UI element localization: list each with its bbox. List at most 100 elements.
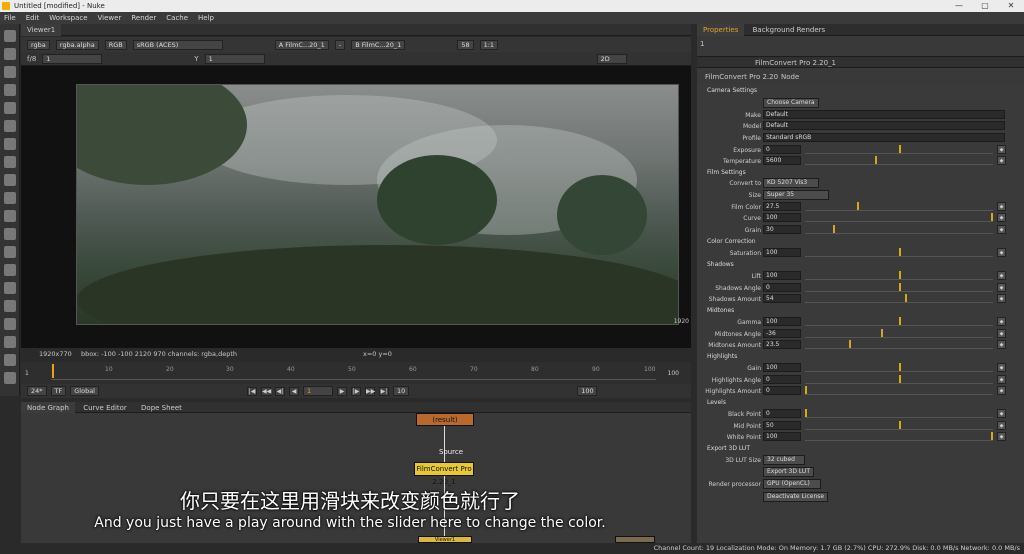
exposure-field[interactable]: 0 — [763, 145, 801, 154]
exposure-slider[interactable] — [805, 145, 993, 154]
midtones-angle-slider[interactable] — [805, 329, 993, 338]
help-tool-icon[interactable] — [3, 372, 16, 384]
input-a-dropdown[interactable]: A FilmC...20_1 — [274, 39, 329, 50]
menu-workspace[interactable]: Workspace — [49, 14, 87, 22]
white-point-anim-icon[interactable]: ◆ — [997, 432, 1006, 441]
model-field[interactable]: Default — [763, 121, 1005, 130]
gamma-slider[interactable] — [805, 317, 993, 326]
white-point-field[interactable]: 100 — [763, 432, 801, 441]
gain-slider[interactable] — [805, 363, 993, 372]
black-point-slider[interactable] — [805, 409, 993, 418]
size-dropdown[interactable]: Super 35 — [763, 190, 829, 200]
highlights-angle-slider[interactable] — [805, 375, 993, 384]
transform-tool-icon[interactable] — [3, 174, 16, 186]
subtab-filmconvert[interactable]: FilmConvert Pro 2.20 — [705, 73, 778, 81]
lift-field[interactable]: 100 — [763, 271, 801, 280]
mid-point-slider[interactable] — [805, 421, 993, 430]
paint-tool-icon[interactable] — [3, 48, 16, 60]
section-film-settings[interactable]: Film Settings — [707, 169, 746, 176]
choose-camera-button[interactable]: Choose Camera — [763, 98, 819, 108]
keyer-tool-icon[interactable] — [3, 138, 16, 150]
scope-dropdown[interactable]: Global — [70, 386, 99, 396]
end-frame-field[interactable]: 100 — [577, 386, 598, 396]
deactivate-license-button[interactable]: Deactivate License — [763, 492, 829, 502]
section-shadows[interactable]: Shadows — [707, 261, 734, 268]
node-stub[interactable] — [615, 536, 655, 543]
fps-dropdown[interactable]: 24* — [27, 386, 47, 396]
highlights-amount-field[interactable]: 0 — [763, 386, 801, 395]
prev-frame-button[interactable]: ◀| — [275, 386, 285, 396]
curve-slider[interactable] — [805, 213, 993, 222]
shadows-amount-slider[interactable] — [805, 294, 993, 303]
compare-dropdown[interactable]: - — [334, 39, 346, 50]
play-button[interactable]: ▶ — [337, 386, 347, 396]
tab-viewer1[interactable]: Viewer1 — [21, 24, 62, 36]
section-export-lut[interactable]: Export 3D LUT — [707, 445, 750, 452]
shadows-angle-anim-icon[interactable]: ◆ — [997, 283, 1006, 292]
current-frame-field[interactable]: 1 — [303, 386, 333, 396]
menu-viewer[interactable]: Viewer — [98, 14, 122, 22]
exposure-anim-icon[interactable]: ◆ — [997, 145, 1006, 154]
profile-field[interactable]: Standard sRGB — [763, 133, 1005, 142]
plugin-tool-icon[interactable] — [3, 354, 16, 366]
timeline-ruler[interactable]: 1 10 20 30 40 50 60 70 80 90 100 — [51, 364, 656, 380]
deep-tool-icon[interactable] — [3, 228, 16, 240]
tab-properties[interactable]: Properties — [697, 24, 745, 36]
midtones-amount-slider[interactable] — [805, 340, 993, 349]
gain-anim-icon[interactable]: ◆ — [997, 363, 1006, 372]
furnace-tool-icon[interactable] — [3, 318, 16, 330]
white-point-slider[interactable] — [805, 432, 993, 441]
channels-dropdown[interactable]: rgba — [27, 39, 50, 50]
filter-tool-icon[interactable] — [3, 120, 16, 132]
colorspace-dropdown[interactable]: sRGB (ACES) — [132, 39, 223, 50]
menu-render[interactable]: Render — [131, 14, 156, 22]
section-levels[interactable]: Levels — [707, 399, 726, 406]
film-color-slider[interactable] — [805, 202, 993, 211]
node-filmconvert[interactable]: FilmConvert Pro 2.20_1 — [414, 462, 474, 486]
section-color-correction[interactable]: Color Correction — [707, 238, 756, 245]
convert-dropdown[interactable]: KD 5207 Vis3 — [763, 178, 819, 188]
highlights-amount-anim-icon[interactable]: ◆ — [997, 386, 1006, 395]
highlights-angle-anim-icon[interactable]: ◆ — [997, 375, 1006, 384]
temperature-field[interactable]: 5600 — [763, 156, 801, 165]
shadows-angle-slider[interactable] — [805, 283, 993, 292]
black-point-anim-icon[interactable]: ◆ — [997, 409, 1006, 418]
saturation-field[interactable]: 100 — [763, 248, 801, 257]
toolsets-tool-icon[interactable] — [3, 282, 16, 294]
ofx-tool-icon[interactable] — [3, 336, 16, 348]
display-dropdown[interactable]: RGB — [104, 39, 127, 50]
mid-point-field[interactable]: 50 — [763, 421, 801, 430]
black-point-field[interactable]: 0 — [763, 409, 801, 418]
curve-field[interactable]: 100 — [763, 213, 801, 222]
menu-file[interactable]: File — [4, 14, 16, 22]
grain-slider[interactable] — [805, 225, 993, 234]
shadows-angle-field[interactable]: 0 — [763, 283, 801, 292]
midtones-angle-anim-icon[interactable]: ◆ — [997, 329, 1006, 338]
menu-cache[interactable]: Cache — [166, 14, 188, 22]
input-b-dropdown[interactable]: B FilmC...20_1 — [351, 39, 406, 50]
views-tool-icon[interactable] — [3, 246, 16, 258]
node-name-field[interactable]: FilmConvert Pro 2.20_1 — [755, 59, 836, 67]
3d-tool-icon[interactable] — [3, 192, 16, 204]
film-color-anim-icon[interactable]: ◆ — [997, 202, 1006, 211]
shadows-amount-field[interactable]: 54 — [763, 294, 801, 303]
shadows-amount-anim-icon[interactable]: ◆ — [997, 294, 1006, 303]
make-field[interactable]: Default — [763, 110, 1005, 119]
temperature-slider[interactable] — [805, 156, 993, 165]
zoom-field[interactable]: 58 — [457, 39, 474, 50]
section-midtones[interactable]: Midtones — [707, 307, 734, 314]
first-frame-button[interactable]: |◀ — [247, 386, 257, 396]
merge-tool-icon[interactable] — [3, 156, 16, 168]
pointer-tool-icon[interactable] — [3, 30, 16, 42]
section-camera-settings[interactable]: Camera Settings — [707, 87, 757, 94]
midtones-angle-field[interactable]: -36 — [763, 329, 801, 338]
prev-key-button[interactable]: ◀◀ — [261, 386, 271, 396]
gamma-anim-icon[interactable]: ◆ — [997, 317, 1006, 326]
zoom-ratio-dropdown[interactable]: 1:1 — [479, 39, 499, 50]
midtones-amount-anim-icon[interactable]: ◆ — [997, 340, 1006, 349]
gamma-field[interactable]: 100 — [763, 317, 801, 326]
last-frame-button[interactable]: ▶| — [379, 386, 389, 396]
export-lut-button[interactable]: Export 3D LUT — [763, 467, 814, 477]
mid-point-anim-icon[interactable]: ◆ — [997, 421, 1006, 430]
lift-anim-icon[interactable]: ◆ — [997, 271, 1006, 280]
